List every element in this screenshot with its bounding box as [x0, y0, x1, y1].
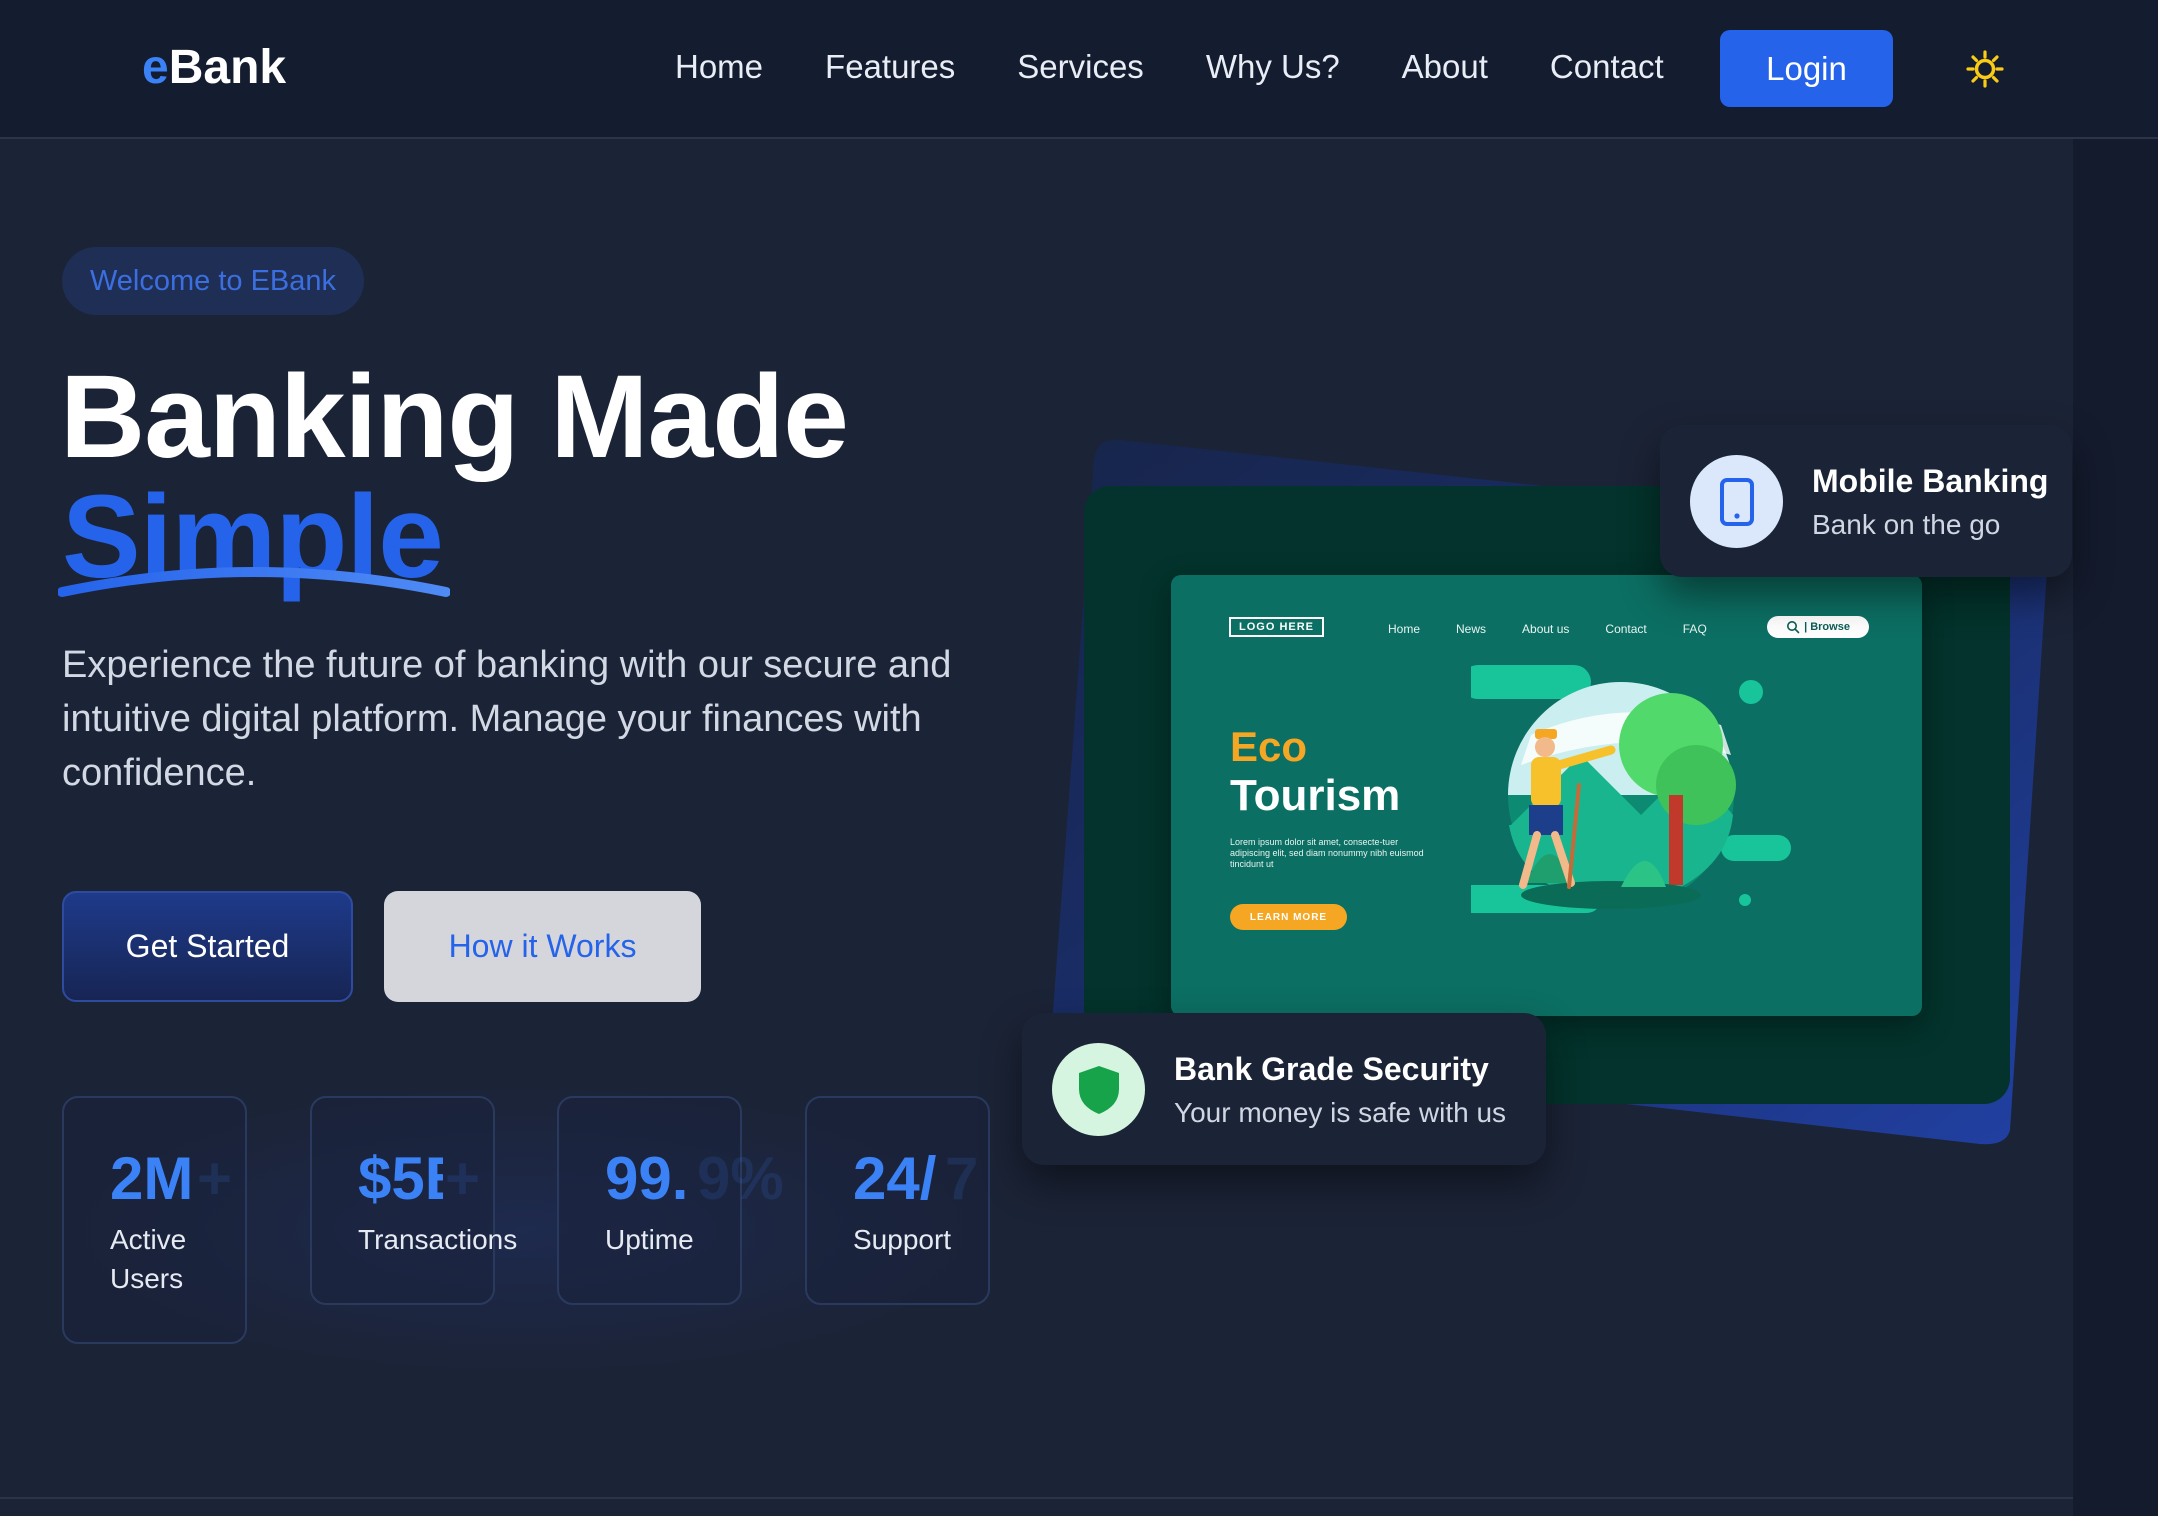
security-card: Bank Grade Security Your money is safe w… — [1022, 1013, 1546, 1165]
main-nav: Home Features Services Why Us? About Con… — [675, 48, 1726, 86]
stat-value-overflow: + — [445, 1145, 481, 1212]
mockup-nav: Home News About us Contact FAQ — [1388, 622, 1707, 636]
security-subtitle: Your money is safe with us — [1174, 1097, 1507, 1128]
stat-value: $5B — [358, 1145, 443, 1212]
stat-card-support: 24/ 7 Support — [805, 1096, 990, 1305]
nav-link-home[interactable]: Home — [675, 48, 763, 86]
hero-description: Experience the future of banking with ou… — [62, 644, 952, 794]
underline-wave — [58, 567, 450, 597]
stat-label: Transactions — [358, 1224, 518, 1255]
stat-card-uptime: 99. 9% Uptime — [557, 1096, 784, 1305]
stat-label: Active Users — [110, 1224, 187, 1294]
how-it-works-button[interactable]: How it Works — [384, 891, 701, 1002]
brand-prefix: e — [142, 41, 169, 94]
section-divider — [0, 1497, 2073, 1499]
shield-icon — [1078, 1065, 1119, 1114]
mobile-banking-card: Mobile Banking Bank on the go — [1660, 425, 2072, 577]
hero-title: Banking Made — [60, 351, 849, 483]
stat-value-overflow: 7 — [945, 1145, 979, 1212]
mockup-cta: LEARN MORE — [1230, 904, 1347, 930]
mockup-heading: Tourism — [1230, 771, 1401, 820]
stat-value: 99. — [605, 1145, 689, 1212]
login-button[interactable]: Login — [1720, 30, 1893, 107]
brand-logo[interactable]: eBank — [142, 40, 286, 95]
mockup-logo: LOGO HERE — [1229, 617, 1325, 637]
stat-card-users: 2M + Active Users — [62, 1096, 247, 1344]
phone-icon — [1719, 477, 1754, 526]
stat-label: Uptime — [605, 1224, 694, 1255]
mockup-search: | Browse — [1767, 616, 1869, 638]
search-icon — [1787, 621, 1800, 634]
stat-value: 2M — [110, 1145, 194, 1212]
welcome-badge: Welcome to EBank — [62, 247, 364, 315]
mockup-heading-accent: Eco — [1230, 723, 1308, 770]
stat-label: Support — [853, 1224, 952, 1255]
top-navbar: eBank Home Features Services Why Us? Abo… — [0, 0, 2158, 139]
get-started-button[interactable]: Get Started — [62, 891, 353, 1002]
sun-icon[interactable] — [1966, 50, 2004, 88]
stat-value-overflow: + — [197, 1145, 233, 1212]
nav-link-why-us[interactable]: Why Us? — [1206, 48, 1340, 86]
nav-link-services[interactable]: Services — [1017, 48, 1144, 86]
mockup-body-text: Lorem ipsum dolor sit amet, consecte-tue… — [1230, 837, 1424, 869]
stat-card-transactions: $5B + Transactions — [310, 1096, 517, 1305]
right-edge-panel — [2073, 138, 2158, 1516]
security-title: Bank Grade Security — [1174, 1051, 1489, 1087]
hiker-illustration — [1471, 665, 1791, 913]
shield-icon-badge — [1052, 1043, 1145, 1136]
brand-name: Bank — [168, 41, 287, 94]
stat-value: 24/ — [853, 1145, 937, 1212]
mobile-banking-subtitle: Bank on the go — [1812, 509, 2001, 540]
stat-value-overflow: 9% — [697, 1145, 784, 1212]
mobile-banking-title: Mobile Banking — [1812, 463, 2049, 499]
nav-link-features[interactable]: Features — [825, 48, 955, 86]
nav-link-contact[interactable]: Contact — [1550, 48, 1664, 86]
website-mockup: LOGO HERE Home News About us Contact FAQ | B… — [1171, 575, 1922, 1016]
nav-link-about[interactable]: About — [1402, 48, 1488, 86]
phone-icon-badge — [1690, 455, 1783, 548]
landing-page: eBank Home Features Services Why Us? Abo… — [0, 0, 2158, 1516]
